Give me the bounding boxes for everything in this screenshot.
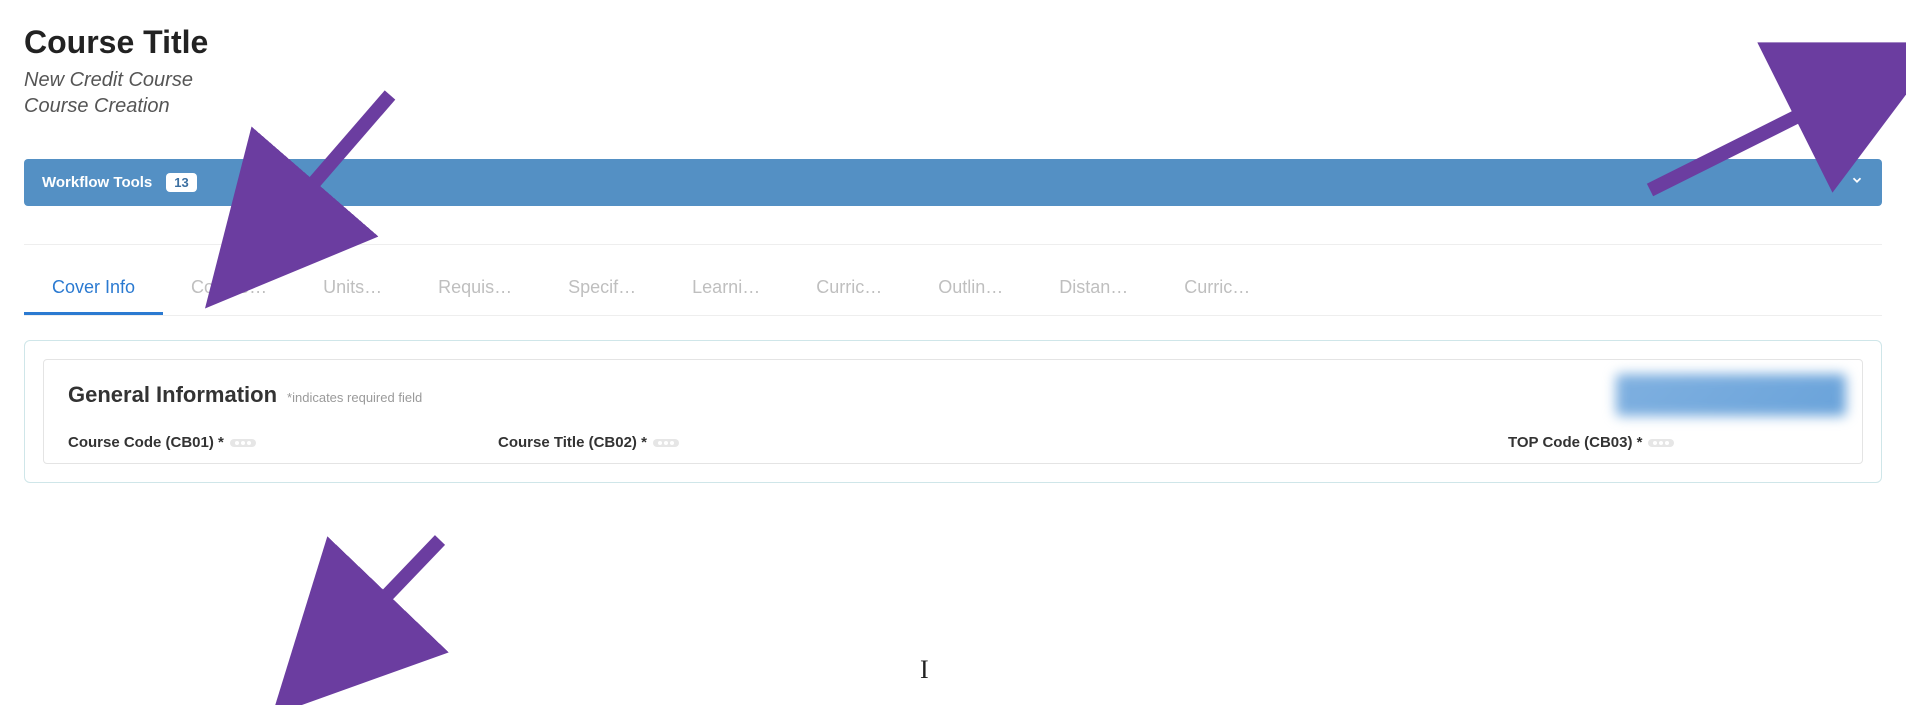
section-title: General Information — [68, 382, 277, 408]
workflow-tools-bar[interactable]: Workflow Tools 13 — [24, 159, 1882, 206]
subtitle-line-1: New Credit Course — [24, 67, 1882, 93]
page-header: Course Title New Credit Course Course Cr… — [24, 24, 1882, 119]
tab-cover-info[interactable]: Cover Info — [24, 267, 163, 315]
field-row: Course Code (CB01) * Course Title (CB02)… — [68, 434, 1838, 451]
text-cursor-icon: I — [920, 655, 929, 685]
field-course-code: Course Code (CB01) * — [68, 434, 438, 451]
section-header: General Information *indicates required … — [68, 382, 1838, 408]
tab-course[interactable]: Course… — [163, 267, 295, 315]
field-course-title: Course Title (CB02) * — [498, 434, 1448, 451]
chevron-down-icon — [1850, 173, 1864, 192]
tooltip-dots-icon[interactable] — [653, 439, 679, 447]
cover-info-panel: General Information *indicates required … — [24, 340, 1882, 483]
tooltip-dots-icon[interactable] — [230, 439, 256, 447]
field-label-course-title: Course Title (CB02) * — [498, 434, 1448, 451]
tab-specifications[interactable]: Specif… — [540, 267, 664, 315]
field-label-text: Course Code (CB01) * — [68, 434, 224, 451]
general-information-section: General Information *indicates required … — [43, 359, 1863, 464]
tab-units[interactable]: Units… — [295, 267, 410, 315]
info-icon[interactable]: i — [1844, 50, 1872, 78]
tab-bar: Cover Info Course… Units… Requis… Specif… — [24, 267, 1882, 316]
field-label-top-code: TOP Code (CB03) * — [1508, 434, 1838, 451]
field-label-text: TOP Code (CB03) * — [1508, 434, 1642, 451]
info-icon-glyph: i — [1855, 54, 1860, 75]
workflow-badge: 13 — [166, 173, 196, 192]
blurred-action-button[interactable] — [1616, 374, 1846, 416]
page-title: Course Title — [24, 24, 1882, 61]
workflow-bar-left: Workflow Tools 13 — [42, 173, 197, 192]
tab-curriculum-1[interactable]: Curric… — [788, 267, 910, 315]
field-label-text: Course Title (CB02) * — [498, 434, 647, 451]
divider — [24, 244, 1882, 245]
tab-requisites[interactable]: Requis… — [410, 267, 540, 315]
tooltip-dots-icon[interactable] — [1648, 439, 1674, 447]
required-note: *indicates required field — [287, 390, 422, 405]
tab-curriculum-2[interactable]: Curric… — [1156, 267, 1278, 315]
tab-outline[interactable]: Outlin… — [910, 267, 1031, 315]
annotation-arrow-dots-icon — [310, 540, 470, 705]
field-top-code: TOP Code (CB03) * — [1508, 434, 1838, 451]
workflow-label: Workflow Tools — [42, 174, 152, 191]
subtitle-line-2: Course Creation — [24, 93, 1882, 119]
tab-distance[interactable]: Distan… — [1031, 267, 1156, 315]
tab-learning[interactable]: Learni… — [664, 267, 788, 315]
field-label-course-code: Course Code (CB01) * — [68, 434, 438, 451]
